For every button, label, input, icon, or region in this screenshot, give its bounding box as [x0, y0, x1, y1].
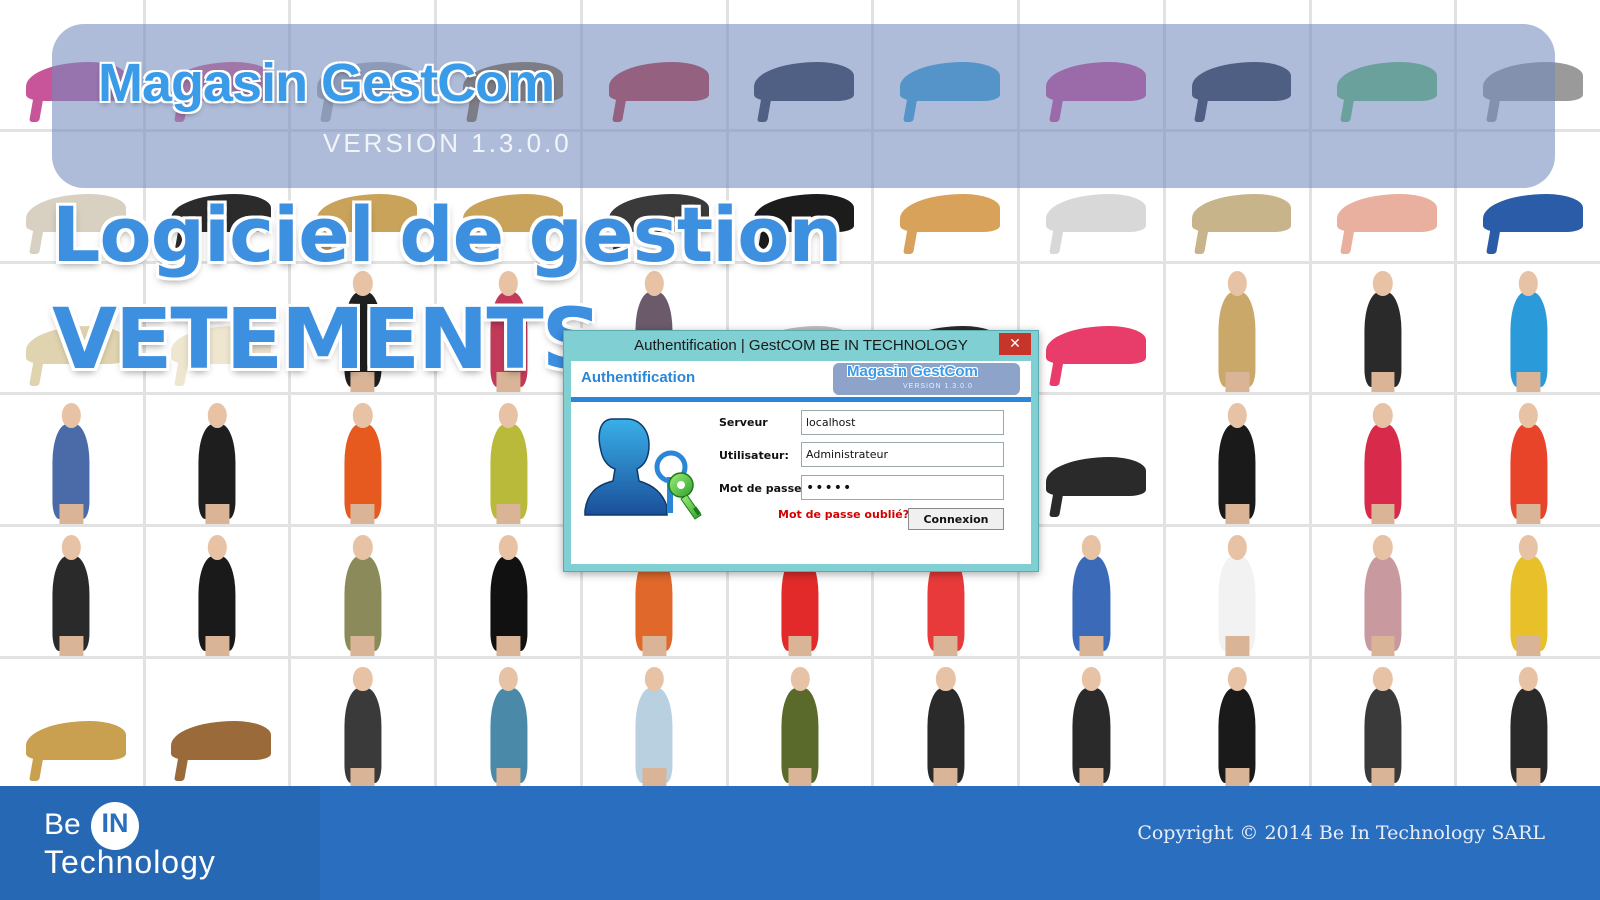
product-photo: [582, 659, 726, 788]
clothing-model-image: [1218, 292, 1256, 393]
product-photo: [1311, 263, 1455, 393]
shoe-image: [171, 721, 272, 760]
clothing-model-image: [1364, 292, 1402, 393]
clothing-model-image: [1072, 555, 1110, 657]
clothing-model-image: [1364, 687, 1402, 788]
shoe-image: [900, 193, 1000, 233]
username-label: Utilisateur:: [719, 449, 789, 462]
product-photo: [1457, 659, 1600, 788]
product-photo: [437, 527, 580, 657]
company-logo: Be IN Technology: [0, 786, 320, 900]
product-photo: [291, 527, 435, 657]
shoe-image: [1337, 193, 1438, 233]
close-button[interactable]: ✕: [999, 333, 1031, 355]
clothing-model-image: [1510, 292, 1548, 393]
product-photo: [1311, 659, 1455, 788]
clothing-model-image: [1218, 555, 1256, 657]
product-photo: [1311, 527, 1455, 657]
shoe-image: [1045, 457, 1146, 496]
clothing-model-image: [52, 555, 90, 657]
username-input[interactable]: [801, 442, 1004, 467]
clothing-model-image: [489, 423, 528, 525]
product-photo: [1457, 395, 1600, 525]
logo-title: Magasin GestCom: [847, 363, 978, 380]
user-key-icon: [584, 418, 702, 520]
clothing-model-image: [1364, 423, 1402, 525]
shoe-image: [1045, 325, 1146, 365]
product-photo: [1020, 263, 1163, 393]
logo-text-technology: Technology: [44, 844, 216, 880]
headline-line-1: Logiciel de gestion: [52, 190, 843, 279]
server-input[interactable]: [801, 410, 1004, 435]
authentication-dialog: Authentification | GestCOM BE IN TECHNOL…: [563, 330, 1039, 572]
app-logo: Magasin GestCom VERSION 1.3.0.0: [833, 363, 1020, 395]
product-photo: [145, 395, 289, 525]
clothing-model-image: [927, 687, 965, 788]
clothing-model-image: [344, 555, 382, 657]
product-photo: [1165, 527, 1309, 657]
clothing-model-image: [781, 687, 819, 788]
logo-version: VERSION 1.3.0.0: [903, 383, 973, 390]
shoe-image: [25, 721, 126, 760]
close-icon: ✕: [1009, 336, 1021, 352]
clothing-model-image: [489, 555, 528, 657]
clothing-model-image: [198, 423, 236, 525]
logo-in-badge: IN: [91, 802, 139, 850]
clothing-model-image: [489, 687, 528, 788]
dialog-heading: Authentification: [581, 369, 696, 386]
dialog-title: Authentification | GestCOM BE IN TECHNOL…: [634, 337, 968, 354]
clothing-model-image: [1218, 687, 1256, 788]
product-photo: [1457, 527, 1600, 657]
shoe-image: [1191, 193, 1292, 233]
forgot-password-link[interactable]: Mot de passe oublié?: [778, 508, 909, 521]
clothing-model-image: [1364, 555, 1402, 657]
app-title: Magasin GestCom: [98, 53, 555, 113]
clothing-model-image: [1510, 555, 1548, 657]
shoe-image: [1045, 193, 1146, 233]
product-photo: [1020, 527, 1163, 657]
copyright-text: Copyright © 2014 Be In Technology SARL: [1137, 822, 1545, 844]
password-label: Mot de passe:: [719, 482, 807, 495]
logo-text-in: IN: [101, 808, 129, 838]
server-label: Serveur: [719, 416, 768, 429]
clothing-model-image: [52, 423, 90, 525]
footer-bar: Be IN Technology Copyright © 2014 Be In …: [0, 786, 1600, 900]
dialog-header: Authentification Magasin GestCom VERSION…: [571, 361, 1031, 402]
clothing-model-image: [1510, 423, 1548, 525]
product-photo: [0, 395, 143, 525]
product-photo: [437, 395, 580, 525]
clothing-model-image: [198, 555, 236, 657]
app-version: VERSION 1.3.0.0: [323, 128, 572, 158]
product-photo: [1020, 659, 1163, 788]
product-photo: [1165, 659, 1309, 788]
product-photo: [1165, 263, 1309, 393]
clothing-model-image: [344, 423, 382, 525]
clothing-model-image: [1510, 687, 1548, 788]
clothing-model-image: [1072, 687, 1110, 788]
dialog-body: Authentification Magasin GestCom VERSION…: [571, 361, 1031, 564]
clothing-model-image: [1218, 423, 1256, 525]
product-photo: [1165, 395, 1309, 525]
product-photo: [145, 659, 289, 788]
product-photo: [0, 659, 143, 788]
connect-button[interactable]: Connexion: [908, 508, 1004, 530]
clothing-model-image: [635, 687, 673, 788]
product-photo: [728, 659, 872, 788]
dialog-titlebar[interactable]: Authentification | GestCOM BE IN TECHNOL…: [564, 331, 1038, 361]
product-photo: [437, 659, 580, 788]
product-photo: [0, 527, 143, 657]
headline-line-2: VETEMENTS: [52, 290, 602, 388]
clothing-model-image: [344, 687, 382, 788]
product-photo: [1311, 395, 1455, 525]
password-input[interactable]: [801, 475, 1004, 500]
product-photo: [291, 659, 435, 788]
product-photo: [145, 527, 289, 657]
product-photo: [874, 659, 1018, 788]
logo-text-be: Be: [44, 808, 81, 841]
product-photo: [291, 395, 435, 525]
product-photo: [1020, 395, 1163, 525]
product-photo: [1457, 263, 1600, 393]
shoe-image: [1482, 193, 1583, 233]
